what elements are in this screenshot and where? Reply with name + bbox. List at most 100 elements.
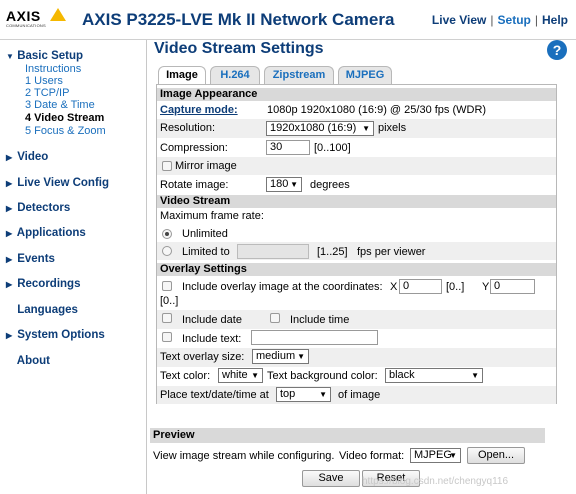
chevron-down-icon: ▼ <box>290 180 298 189</box>
compression-input[interactable]: 30 <box>266 140 310 155</box>
top-nav: Live View | Setup | Help <box>432 13 568 27</box>
chevron-down-icon: ▼ <box>362 124 370 133</box>
watermark-text: https://blog.csdn.net/chengyq116 <box>362 476 509 487</box>
chevron-right-icon: ▶ <box>6 229 13 238</box>
rotate-unit: degrees <box>310 179 350 191</box>
resolution-label: Resolution: <box>160 122 216 134</box>
limited-radio[interactable] <box>162 246 172 256</box>
overlay-y-label: Y <box>482 281 490 293</box>
sidebar-item-events[interactable]: ▶ Events <box>6 253 55 265</box>
sidebar-item-video[interactable]: ▶ Video <box>6 151 48 163</box>
section-heading-overlay-settings: Overlay Settings <box>157 263 556 276</box>
video-format-select[interactable]: MJPEG ▼ <box>410 448 461 463</box>
chevron-right-icon: ▶ <box>6 204 13 213</box>
sidebar-subitem-users[interactable]: 1 Users <box>25 75 63 87</box>
limited-label: Limited to <box>182 246 230 258</box>
overlay-text-input[interactable] <box>251 330 378 345</box>
include-date-checkbox[interactable] <box>162 313 172 323</box>
section-heading-preview: Preview <box>150 428 545 443</box>
text-overlay-size-label: Text overlay size: <box>160 351 245 363</box>
rotate-image-label: Rotate image: <box>160 179 229 191</box>
sidebar-item-label: About <box>16 355 50 367</box>
chevron-down-icon: ▼ <box>251 371 259 380</box>
rotate-selected-value: 180 <box>270 178 289 190</box>
sidebar-subitem-tcpip[interactable]: 2 TCP/IP <box>25 87 69 99</box>
include-overlay-image-label: Include overlay image at the coordinates… <box>182 281 383 293</box>
logo-subtitle: COMMUNICATIONS <box>6 23 46 28</box>
sidebar-item-languages[interactable]: Languages <box>6 304 78 316</box>
mirror-image-checkbox[interactable] <box>162 161 172 171</box>
text-color-select[interactable]: white ▼ <box>218 368 263 383</box>
chevron-right-icon: ▶ <box>6 179 13 188</box>
sidebar-item-detectors[interactable]: ▶ Detectors <box>6 202 70 214</box>
sidebar-item-live-view-config[interactable]: ▶ Live View Config <box>6 177 109 189</box>
overlay-x-range: [0..] <box>446 281 465 293</box>
capture-mode-value: 1080p 1920x1080 (16:9) @ 25/30 fps (WDR) <box>267 104 487 116</box>
resolution-select[interactable]: 1920x1080 (16:9) ▼ <box>266 121 374 136</box>
tab-h264[interactable]: H.264 <box>210 66 260 84</box>
limited-fps-input[interactable] <box>237 244 309 259</box>
text-color-label: Text color: <box>160 370 211 382</box>
sidebar-item-applications[interactable]: ▶ Applications <box>6 227 86 239</box>
sidebar-item-label: Recordings <box>17 278 81 290</box>
sidebar-item-label: Basic Setup <box>17 50 84 62</box>
place-text-select[interactable]: top ▼ <box>276 387 331 402</box>
video-format-selected-value: MJPEG <box>414 449 452 461</box>
sidebar-item-about[interactable]: About <box>6 355 50 367</box>
settings-panel: Image Appearance Capture mode: 1080p 192… <box>156 84 557 404</box>
overlay-x-label: X <box>390 281 398 293</box>
app-header: AXIS COMMUNICATIONS AXIS P3225-LVE Mk II… <box>0 0 576 40</box>
section-heading-image-appearance: Image Appearance <box>157 88 556 101</box>
chevron-right-icon: ▶ <box>6 280 13 289</box>
sidebar: ▼ Basic Setup Instructions 1 Users 2 TCP… <box>0 40 147 494</box>
tab-mjpeg[interactable]: MJPEG <box>338 66 392 84</box>
text-color-selected-value: white <box>222 369 248 381</box>
include-text-label: Include text: <box>182 333 242 345</box>
include-text-checkbox[interactable] <box>162 332 172 342</box>
nav-setup[interactable]: Setup <box>498 13 531 27</box>
preview-section: Preview View image stream while configur… <box>150 428 545 464</box>
nav-separator: | <box>534 13 538 27</box>
mirror-image-label: Mirror image <box>175 160 237 172</box>
chevron-down-icon: ▼ <box>6 52 14 61</box>
sidebar-item-label: Events <box>17 253 55 265</box>
save-button[interactable]: Save <box>302 470 360 487</box>
sidebar-item-label: System Options <box>17 329 105 341</box>
help-icon[interactable]: ? <box>547 40 567 60</box>
sidebar-subitem-video-stream[interactable]: 4 Video Stream <box>25 112 104 124</box>
include-time-checkbox[interactable] <box>270 313 280 323</box>
sidebar-subitem-instructions[interactable]: Instructions <box>25 63 81 75</box>
place-text-label: Place text/date/time at <box>160 389 269 401</box>
compression-range: [0..100] <box>314 142 351 154</box>
overlay-x-input[interactable]: 0 <box>399 279 442 294</box>
resolution-unit: pixels <box>378 122 407 134</box>
nav-help[interactable]: Help <box>542 13 568 27</box>
place-selected-value: top <box>280 388 296 400</box>
unlimited-radio[interactable] <box>162 229 172 239</box>
nav-live-view[interactable]: Live View <box>432 13 486 27</box>
tab-image[interactable]: Image <box>158 66 206 85</box>
resolution-selected-value: 1920x1080 (16:9) <box>270 122 357 134</box>
axis-logo[interactable]: AXIS COMMUNICATIONS <box>6 8 66 32</box>
sidebar-item-label: Video <box>17 151 49 163</box>
app-title: AXIS P3225-LVE Mk II Network Camera <box>82 10 395 29</box>
open-preview-button[interactable]: Open... <box>467 447 525 464</box>
overlay-y-input[interactable]: 0 <box>490 279 535 294</box>
include-overlay-image-checkbox[interactable] <box>162 281 172 291</box>
sidebar-item-recordings[interactable]: ▶ Recordings <box>6 278 80 290</box>
chevron-down-icon: ▼ <box>297 352 305 361</box>
sidebar-item-basic-setup[interactable]: ▼ Basic Setup <box>6 50 83 62</box>
place-text-unit: of image <box>338 389 381 401</box>
chevron-right-icon: ▶ <box>6 255 13 264</box>
tab-zipstream[interactable]: Zipstream <box>264 66 334 84</box>
sidebar-subitem-date-time[interactable]: 3 Date & Time <box>25 99 95 111</box>
sidebar-item-system-options[interactable]: ▶ System Options <box>6 329 105 341</box>
logo-text: AXIS <box>6 8 41 24</box>
sidebar-subitem-focus-zoom[interactable]: 5 Focus & Zoom <box>25 125 106 137</box>
text-background-color-select[interactable]: black ▼ <box>385 368 483 383</box>
capture-mode-link[interactable]: Capture mode: <box>160 104 238 116</box>
text-overlay-size-select[interactable]: medium ▼ <box>252 349 309 364</box>
rotate-image-select[interactable]: 180 ▼ <box>266 177 302 192</box>
include-date-label: Include date <box>182 314 242 326</box>
unlimited-label: Unlimited <box>182 228 228 240</box>
